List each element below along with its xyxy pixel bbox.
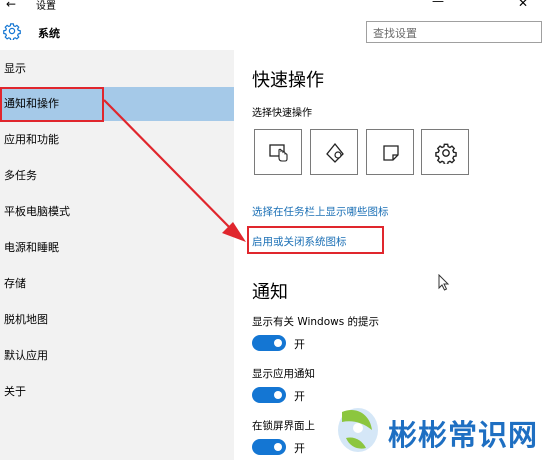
quick-actions-heading: 快速操作 — [252, 70, 324, 91]
annotation-highlight-link — [247, 226, 384, 254]
sidebar-item-offline-maps[interactable]: 脱机地图 — [0, 303, 234, 337]
toggle-knob — [274, 391, 282, 399]
toggle-state-label: 开 — [294, 442, 305, 455]
close-button[interactable]: ✕ — [518, 0, 528, 10]
header: 系统 — [0, 14, 544, 50]
toggle-state-label: 开 — [294, 338, 305, 351]
sidebar-item-label: 存储 — [4, 277, 26, 290]
sidebar-item-apps[interactable]: 应用和功能 — [0, 123, 234, 157]
search-input[interactable] — [373, 24, 533, 43]
notifications-heading: 通知 — [252, 282, 288, 303]
sidebar-item-default-apps[interactable]: 默认应用 — [0, 339, 234, 373]
minimize-button[interactable]: — — [432, 0, 444, 8]
watermark-text: 彬彬常识网 — [388, 418, 539, 452]
quick-action-settings[interactable] — [421, 129, 469, 175]
link-taskbar-icons[interactable]: 选择在任务栏上显示哪些图标 — [252, 204, 389, 219]
settings-icon — [435, 143, 457, 164]
title-bar: ← 设置 — ✕ — [0, 0, 544, 14]
option-label-app-notifications: 显示应用通知 — [252, 368, 315, 380]
sidebar-item-tablet-mode[interactable]: 平板电脑模式 — [0, 195, 234, 229]
gear-icon — [3, 23, 21, 40]
sidebar-item-label: 平板电脑模式 — [4, 205, 70, 218]
sidebar-item-label: 关于 — [4, 385, 26, 398]
sidebar-item-label: 应用和功能 — [4, 133, 59, 146]
tablet-mode-icon — [269, 144, 288, 162]
sidebar-item-label: 默认应用 — [4, 349, 48, 362]
sidebar-item-multitasking[interactable]: 多任务 — [0, 159, 234, 193]
back-button[interactable]: ← — [6, 0, 16, 11]
sidebar-item-label: 多任务 — [4, 169, 37, 182]
sidebar-item-label: 显示 — [4, 62, 26, 75]
mouse-cursor-icon — [438, 274, 450, 291]
quick-action-tablet-mode[interactable] — [254, 129, 302, 175]
toggle-knob — [274, 443, 282, 451]
quick-action-location[interactable] — [310, 129, 358, 175]
search-box[interactable] — [366, 21, 542, 43]
watermark-logo-icon — [338, 408, 378, 452]
toggle-windows-tips[interactable] — [252, 335, 286, 351]
location-icon — [326, 142, 344, 163]
sidebar-item-display[interactable]: 显示 — [0, 52, 234, 86]
toggle-lock-screen[interactable] — [252, 439, 286, 455]
sidebar-item-label: 电源和睡眠 — [4, 241, 59, 254]
sidebar-item-about[interactable]: 关于 — [0, 375, 234, 409]
toggle-state-label: 开 — [294, 390, 305, 403]
annotation-highlight-sidebar — [0, 87, 104, 122]
page-title: 系统 — [38, 27, 60, 40]
toggle-knob — [274, 339, 282, 347]
note-icon — [383, 145, 399, 161]
quick-action-note[interactable] — [366, 129, 414, 175]
toggle-app-notifications[interactable] — [252, 387, 286, 403]
window-title: 设置 — [36, 1, 56, 12]
quick-actions-subtitle: 选择快速操作 — [252, 108, 312, 119]
sidebar-item-power[interactable]: 电源和睡眠 — [0, 231, 234, 265]
option-label-windows-tips: 显示有关 Windows 的提示 — [252, 316, 380, 328]
sidebar-item-label: 脱机地图 — [4, 313, 48, 326]
option-label-lock-screen: 在锁屏界面上 — [252, 420, 315, 432]
sidebar-item-storage[interactable]: 存储 — [0, 267, 234, 301]
